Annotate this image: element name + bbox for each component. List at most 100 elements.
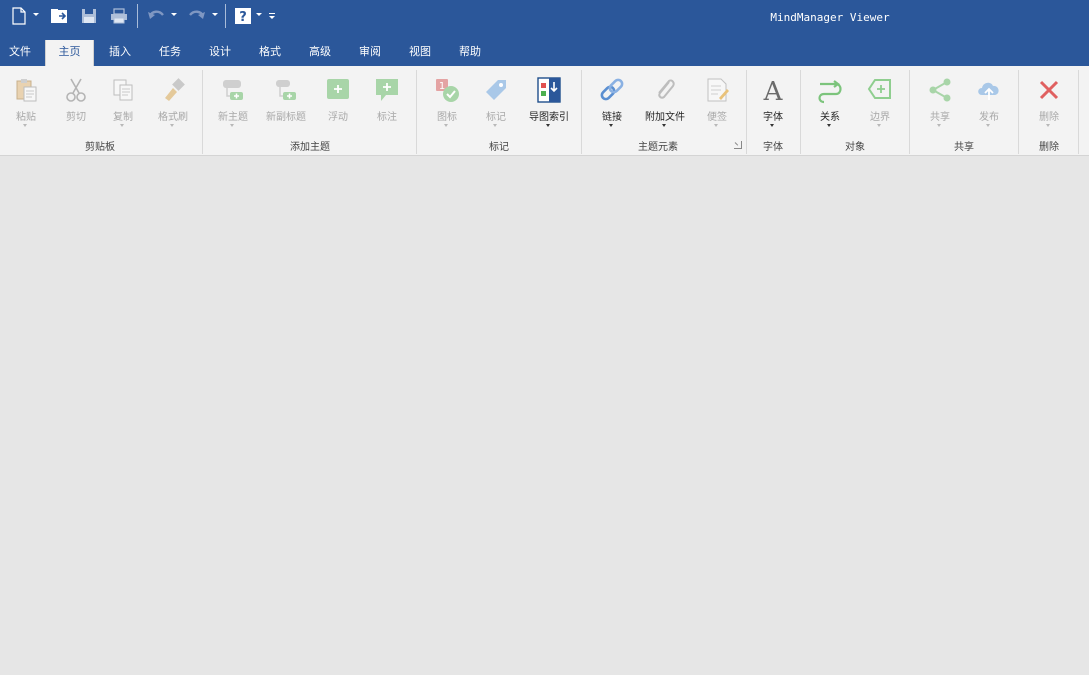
save-icon[interactable] <box>78 5 100 27</box>
new-topic-icon <box>219 76 247 104</box>
callout-label: 标注 <box>377 112 397 123</box>
undo-dropdown-icon[interactable] <box>171 13 177 16</box>
cloud-upload-icon <box>975 76 1003 104</box>
chevron-down-icon <box>230 124 234 127</box>
topic-elements-group-label: 主题元素 <box>638 142 678 153</box>
floating-topic-button[interactable]: 浮动 <box>316 72 360 132</box>
customize-icon[interactable] <box>266 5 278 27</box>
link-icon <box>598 76 626 104</box>
share-icon <box>926 76 954 104</box>
tab-format[interactable]: 格式 <box>249 40 291 66</box>
tag-icon <box>482 76 510 104</box>
attachment-button[interactable]: 附加文件 <box>640 72 690 132</box>
new-subtopic-label: 新副标题 <box>266 112 306 123</box>
callout-icon <box>373 76 401 104</box>
boundary-icon <box>866 76 894 104</box>
group-separator <box>202 70 203 154</box>
chevron-down-icon <box>444 124 448 127</box>
font-label: 字体 <box>763 112 783 123</box>
marker-icons-icon: 1 <box>433 76 461 104</box>
tab-help[interactable]: 帮助 <box>449 40 491 66</box>
help-icon[interactable]: ? <box>232 5 254 27</box>
tab-file[interactable]: 文件 <box>0 40 40 66</box>
tab-home[interactable]: 主页 <box>45 40 94 67</box>
open-icon[interactable] <box>48 5 70 27</box>
delete-button[interactable]: 删除 <box>1027 72 1071 132</box>
ribbon-tab-bar: 文件 主页 插入 任务 设计 格式 高级 审阅 视图 帮助 <box>0 40 1089 67</box>
relationship-button[interactable]: 关系 <box>808 72 852 132</box>
svg-text:?: ? <box>239 10 247 25</box>
tab-design[interactable]: 设计 <box>199 40 241 66</box>
floating-topic-icon <box>324 76 352 104</box>
map-index-button[interactable]: 导图索引 <box>524 72 574 132</box>
dialog-launcher-icon[interactable] <box>734 141 742 149</box>
cut-button[interactable]: 剪切 <box>54 72 98 132</box>
group-separator <box>1078 70 1079 154</box>
print-icon[interactable] <box>108 5 130 27</box>
chevron-down-icon <box>827 124 831 127</box>
objects-group-label: 对象 <box>845 142 865 153</box>
delete-label: 删除 <box>1039 112 1059 123</box>
paperclip-icon <box>651 76 679 104</box>
group-separator <box>800 70 801 154</box>
new-topic-button[interactable]: 新主题 <box>211 72 255 132</box>
scissors-icon <box>62 76 90 104</box>
boundary-button[interactable]: 边界 <box>858 72 902 132</box>
new-subtopic-button[interactable]: 新副标题 <box>260 72 312 132</box>
attachment-label: 附加文件 <box>645 112 685 123</box>
ribbon: 粘贴 剪切 复制 格式刷 剪贴板 新主题 新副标题 浮动 标注 添加主题 1 图… <box>0 66 1089 156</box>
new-file-dropdown-icon[interactable] <box>33 13 39 16</box>
redo-dropdown-icon[interactable] <box>212 13 218 16</box>
callout-button[interactable]: 标注 <box>365 72 409 132</box>
chevron-down-icon <box>662 124 666 127</box>
paste-button[interactable]: 粘贴 <box>4 72 48 132</box>
help-dropdown-icon[interactable] <box>256 13 262 16</box>
format-painter-label: 格式刷 <box>158 112 188 123</box>
group-separator <box>1018 70 1019 154</box>
chevron-down-icon <box>609 124 613 127</box>
chevron-down-icon <box>170 124 174 127</box>
font-button[interactable]: A 字体 <box>752 72 794 132</box>
floating-topic-label: 浮动 <box>328 112 348 123</box>
format-painter-icon <box>159 76 187 104</box>
link-button[interactable]: 链接 <box>590 72 634 132</box>
tab-advanced[interactable]: 高级 <box>299 40 341 66</box>
relationship-label: 关系 <box>820 112 840 123</box>
svg-text:A: A <box>763 77 784 104</box>
map-index-icon <box>535 76 563 104</box>
chevron-down-icon <box>986 124 990 127</box>
new-file-icon[interactable] <box>8 5 30 27</box>
paste-label: 粘贴 <box>16 112 36 123</box>
chevron-down-icon <box>714 124 718 127</box>
app-title: MindManager Viewer <box>770 11 890 24</box>
toolbar-separator <box>225 4 226 28</box>
publish-button[interactable]: 发布 <box>967 72 1011 132</box>
copy-label: 复制 <box>113 112 133 123</box>
chevron-down-icon <box>770 124 774 127</box>
chevron-down-icon <box>23 124 27 127</box>
group-separator <box>581 70 582 154</box>
publish-label: 发布 <box>979 112 999 123</box>
clipboard-group-label: 剪贴板 <box>85 142 115 153</box>
copy-button[interactable]: 复制 <box>101 72 145 132</box>
share-button[interactable]: 共享 <box>918 72 962 132</box>
mindmanager-window: ? MindManager Viewer 文件 主页 插入 任务 设计 格式 高… <box>0 0 1089 675</box>
group-separator <box>746 70 747 154</box>
tab-tasks[interactable]: 任务 <box>149 40 191 66</box>
tags-button[interactable]: 标记 <box>474 72 518 132</box>
undo-icon[interactable] <box>145 5 167 27</box>
font-group-label: 字体 <box>763 142 783 153</box>
format-painter-button[interactable]: 格式刷 <box>150 72 196 132</box>
tab-view[interactable]: 视图 <box>399 40 441 66</box>
icons-button[interactable]: 1 图标 <box>425 72 469 132</box>
tab-review[interactable]: 审阅 <box>349 40 391 66</box>
new-subtopic-icon <box>272 76 300 104</box>
tab-insert[interactable]: 插入 <box>99 40 141 66</box>
notes-button[interactable]: 便签 <box>695 72 739 132</box>
chevron-down-icon <box>493 124 497 127</box>
map-workspace[interactable] <box>0 157 1089 675</box>
cut-label: 剪切 <box>66 112 86 123</box>
paste-icon <box>12 76 40 104</box>
notes-label: 便签 <box>707 112 727 123</box>
redo-icon[interactable] <box>186 5 208 27</box>
